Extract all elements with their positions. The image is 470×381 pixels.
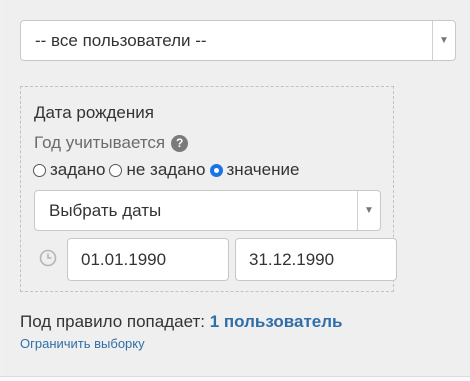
- filter-title: Дата рождения: [34, 103, 154, 122]
- radio-not-set-circle[interactable]: [109, 163, 123, 177]
- users-select-value: -- все пользователи --: [35, 30, 207, 50]
- dates-select-value: Выбрать даты: [49, 200, 162, 220]
- limit-selection-link[interactable]: Ограничить выборку: [20, 336, 145, 351]
- date-to-input[interactable]: [235, 238, 397, 281]
- dates-select[interactable]: Выбрать даты ▼: [34, 190, 381, 231]
- radio-not-set-label: не задано: [126, 160, 206, 179]
- divider: [0, 376, 470, 381]
- chevron-down-icon[interactable]: ▼: [432, 21, 455, 60]
- rule-count-link[interactable]: 1 пользователь: [210, 312, 343, 331]
- clock-icon: [39, 249, 57, 267]
- radio-set[interactable]: задано: [33, 160, 105, 180]
- radio-value[interactable]: значение: [209, 160, 300, 180]
- radio-set-label: задано: [50, 160, 106, 179]
- radio-value-label: значение: [226, 160, 300, 179]
- radio-group: задано не задано значение: [33, 160, 303, 180]
- radio-set-circle[interactable]: [33, 163, 46, 177]
- year-label: Год учитывается: [34, 133, 166, 152]
- radio-not-set[interactable]: не задано: [109, 160, 206, 180]
- birthdate-filter: Дата рождения Год учитывается ? задано н…: [20, 86, 397, 292]
- year-row: Год учитывается ?: [34, 133, 189, 153]
- rule-prefix: Под правило попадает:: [20, 312, 205, 331]
- radio-value-circle[interactable]: [209, 163, 223, 177]
- chevron-down-icon[interactable]: ▼: [357, 191, 380, 230]
- rule-summary: Под правило попадает: 1 пользователь: [20, 312, 342, 332]
- date-from-input[interactable]: [67, 238, 229, 281]
- users-select[interactable]: -- все пользователи -- ▼: [20, 20, 456, 61]
- help-icon[interactable]: ?: [171, 134, 189, 152]
